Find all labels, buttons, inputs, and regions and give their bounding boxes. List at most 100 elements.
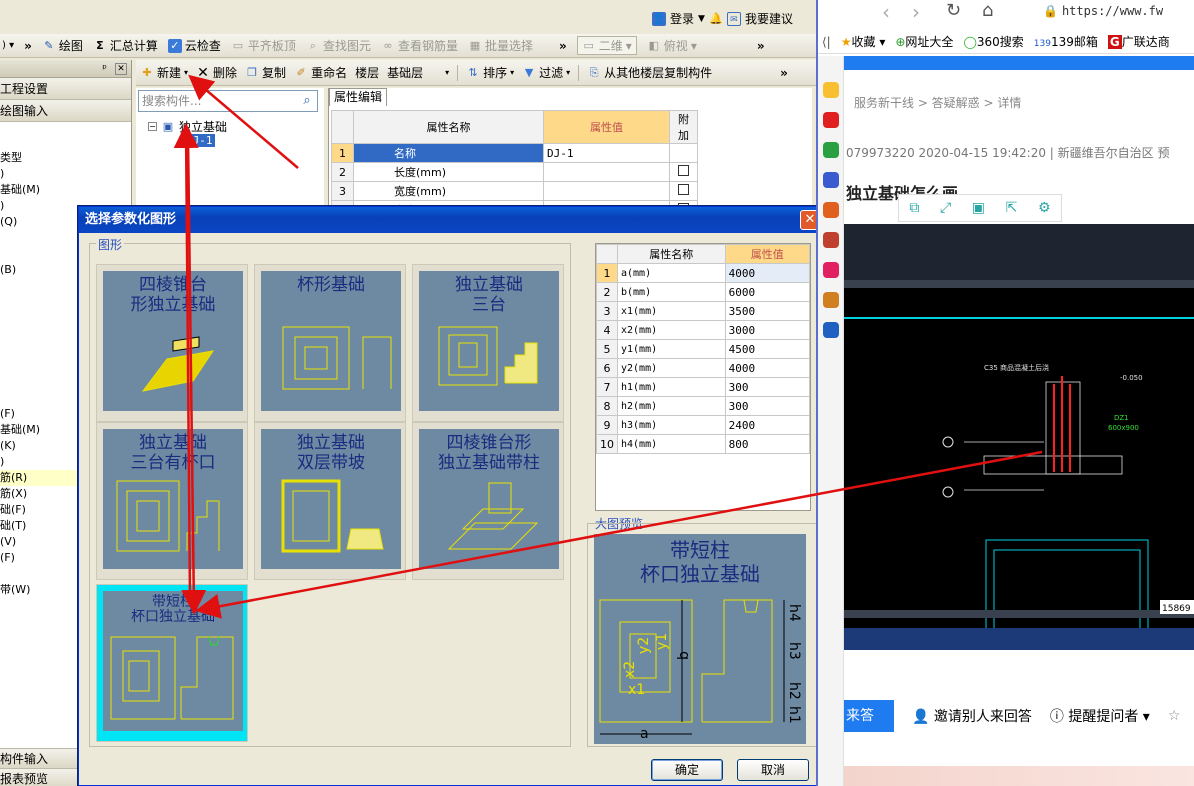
param-value[interactable]: 300 — [724, 396, 811, 416]
fav-sites[interactable]: ⊕网址大全 — [895, 33, 953, 50]
param-row[interactable]: 9 h3(mm) 2400 — [596, 415, 811, 435]
param-row[interactable]: 7 h1(mm) 300 — [596, 377, 811, 397]
cad-screenshot-image[interactable]: C35 商品混凝土后浇 -0.050 DZ1 600x900 15869 — [844, 224, 1194, 650]
table-row[interactable]: 1 名称 DJ-1 — [331, 143, 698, 163]
sidebar-game-icon[interactable] — [822, 202, 839, 218]
param-value[interactable]: 4500 — [724, 339, 811, 359]
pin-icon[interactable]: ᵖ — [102, 62, 107, 75]
param-row[interactable]: 10 h4(mm) 800 — [596, 434, 811, 454]
delete-button[interactable]: ✕ 删除 — [196, 64, 237, 81]
copy-from-floor-button[interactable]: ⎘ 从其他楼层复制构件 — [587, 64, 712, 81]
search-icon[interactable]: ⌕ — [299, 93, 315, 109]
shape-option[interactable]: 四棱锥台 形独立基础 — [96, 264, 248, 422]
checkbox[interactable] — [678, 184, 689, 195]
param-row[interactable]: 5 y1(mm) 4500 — [596, 339, 811, 359]
checkbox[interactable] — [678, 165, 689, 176]
invite-button[interactable]: 👤 邀请别人来回答 — [912, 706, 1032, 726]
save-icon[interactable]: ▣ — [972, 200, 985, 216]
property-extra[interactable] — [669, 181, 698, 201]
fav-360[interactable]: ◯360搜索 — [963, 33, 1023, 50]
sidebar-game4-icon[interactable] — [822, 322, 839, 338]
toolbar-more-icon[interactable]: » — [24, 39, 32, 53]
shape-option[interactable]: 带短柱 杯口独立基础 — [96, 584, 248, 742]
param-value[interactable]: 4000 — [724, 263, 811, 283]
suggest-button[interactable]: 我要建议 — [745, 10, 793, 27]
login-button[interactable]: 登录 — [670, 10, 694, 27]
shape-option[interactable]: 四棱锥台形 独立基础带柱 — [412, 422, 564, 580]
sidebar-game3-icon[interactable] — [822, 292, 839, 308]
tab-property-edit[interactable]: 属性编辑 — [329, 88, 388, 106]
toolbar-more-icon-3[interactable]: » — [757, 39, 765, 53]
floor-select[interactable]: 基础层 ▾ — [387, 64, 449, 81]
component-type-item[interactable]: 基础(M) — [0, 182, 130, 198]
property-value[interactable]: DJ-1 — [543, 143, 670, 163]
sidebar-game2-icon[interactable] — [822, 232, 839, 248]
toolbar-more-icon-2[interactable]: » — [559, 39, 567, 53]
new-button[interactable]: ✚ 新建 ▾ — [140, 64, 188, 81]
bell-icon[interactable]: 🔔 — [709, 12, 723, 26]
home-icon[interactable]: ⌂ — [982, 0, 993, 21]
toolbar-batch-select-button[interactable]: ▦ 批量选择 — [468, 37, 533, 54]
table-row[interactable]: 2 长度(mm) — [331, 162, 698, 182]
toolbar-rebar-button[interactable]: ∞ 查看钢筋量 — [381, 37, 458, 54]
property-extra[interactable] — [669, 162, 698, 182]
tree-node-dj1[interactable]: DJ-1 — [184, 134, 215, 147]
param-value[interactable]: 6000 — [724, 282, 811, 302]
sidebar-mail-icon[interactable] — [822, 142, 839, 158]
nav-project-settings[interactable]: 工程设置 — [0, 78, 131, 100]
toolbar-sum-button[interactable]: Σ 汇总计算 — [93, 37, 158, 54]
param-value[interactable]: 4000 — [724, 358, 811, 378]
toolbar-more-icon-4[interactable]: » — [780, 66, 788, 80]
table-row[interactable]: 3 宽度(mm) — [331, 181, 698, 201]
param-value[interactable]: 300 — [724, 377, 811, 397]
view-2d-select[interactable]: ▭ 二维 ▾ — [576, 36, 637, 55]
component-type-item[interactable]: ) — [0, 166, 130, 182]
toolbar-find-button[interactable]: ⌕ 查找图元 — [306, 37, 371, 54]
component-type-item[interactable]: 类型 — [0, 150, 130, 166]
param-value[interactable]: 800 — [724, 434, 811, 454]
sidebar-weibo-icon[interactable] — [822, 112, 839, 128]
share-icon[interactable]: ⇱ — [1006, 200, 1018, 216]
favorite-star-icon[interactable]: ☆ — [1168, 708, 1181, 724]
param-value[interactable]: 3500 — [724, 301, 811, 321]
forward-icon[interactable]: › — [912, 0, 920, 24]
nav-drawing-input[interactable]: 绘图输入 — [0, 100, 131, 122]
ok-button[interactable]: 确定 — [651, 759, 723, 781]
sidebar-app-icon[interactable] — [822, 172, 839, 188]
sidebar-shop-icon[interactable] — [822, 262, 839, 278]
property-extra[interactable] — [669, 143, 698, 163]
toolbar-align-top-button[interactable]: ▭ 平齐板顶 — [231, 37, 296, 54]
copy-button[interactable]: ❐ 复制 — [245, 64, 286, 81]
sidebar-star-icon[interactable] — [822, 82, 839, 98]
back-icon[interactable]: ‹ — [882, 0, 890, 24]
refresh-icon[interactable]: ↻ — [946, 0, 961, 21]
breadcrumb[interactable]: 服务新干线 > 答疑解惑 > 详情 — [854, 94, 1021, 111]
param-row[interactable]: 6 y2(mm) 4000 — [596, 358, 811, 378]
shape-option[interactable]: 杯形基础 — [254, 264, 406, 422]
fav-139[interactable]: 139139邮箱 — [1034, 33, 1098, 50]
property-value[interactable] — [543, 162, 670, 182]
param-row[interactable]: 2 b(mm) 6000 — [596, 282, 811, 302]
param-value[interactable]: 3000 — [724, 320, 811, 340]
property-value[interactable] — [543, 181, 670, 201]
param-row[interactable]: 8 h2(mm) 300 — [596, 396, 811, 416]
filter-button[interactable]: ▼ 过滤 ▾ — [522, 64, 570, 81]
toolbar-cloud-check-button[interactable]: ✓ 云检查 — [167, 37, 221, 54]
address-bar[interactable]: 🔒 https://www.fw — [1043, 2, 1193, 20]
param-row[interactable]: 3 x1(mm) 3500 — [596, 301, 811, 321]
shape-option[interactable]: 独立基础 三台 — [412, 264, 564, 422]
settings-icon[interactable]: ⚙ — [1038, 200, 1051, 216]
view-top-select[interactable]: ◧ 俯视 ▾ — [647, 37, 697, 54]
toolbar-draw-button[interactable]: ✎ 绘图 — [42, 37, 83, 54]
rename-button[interactable]: ✐ 重命名 — [294, 64, 347, 81]
fav-collect[interactable]: ★收藏 ▾ — [841, 33, 886, 50]
param-row[interactable]: 4 x2(mm) 3000 — [596, 320, 811, 340]
remind-button[interactable]: ⓘ 提醒提问者 ▾ — [1050, 706, 1150, 726]
close-icon[interactable]: ✕ — [115, 62, 127, 75]
component-search-input[interactable]: 搜索构件... ⌕ — [138, 90, 318, 112]
shape-option[interactable]: 独立基础 三台有杯口 — [96, 422, 248, 580]
cancel-button[interactable]: 取消 — [737, 759, 809, 781]
collapse-icon[interactable]: − — [148, 122, 157, 131]
fav-toggle-icon[interactable]: ⟨| — [822, 35, 831, 49]
answer-button[interactable]: 来答 — [844, 700, 894, 732]
